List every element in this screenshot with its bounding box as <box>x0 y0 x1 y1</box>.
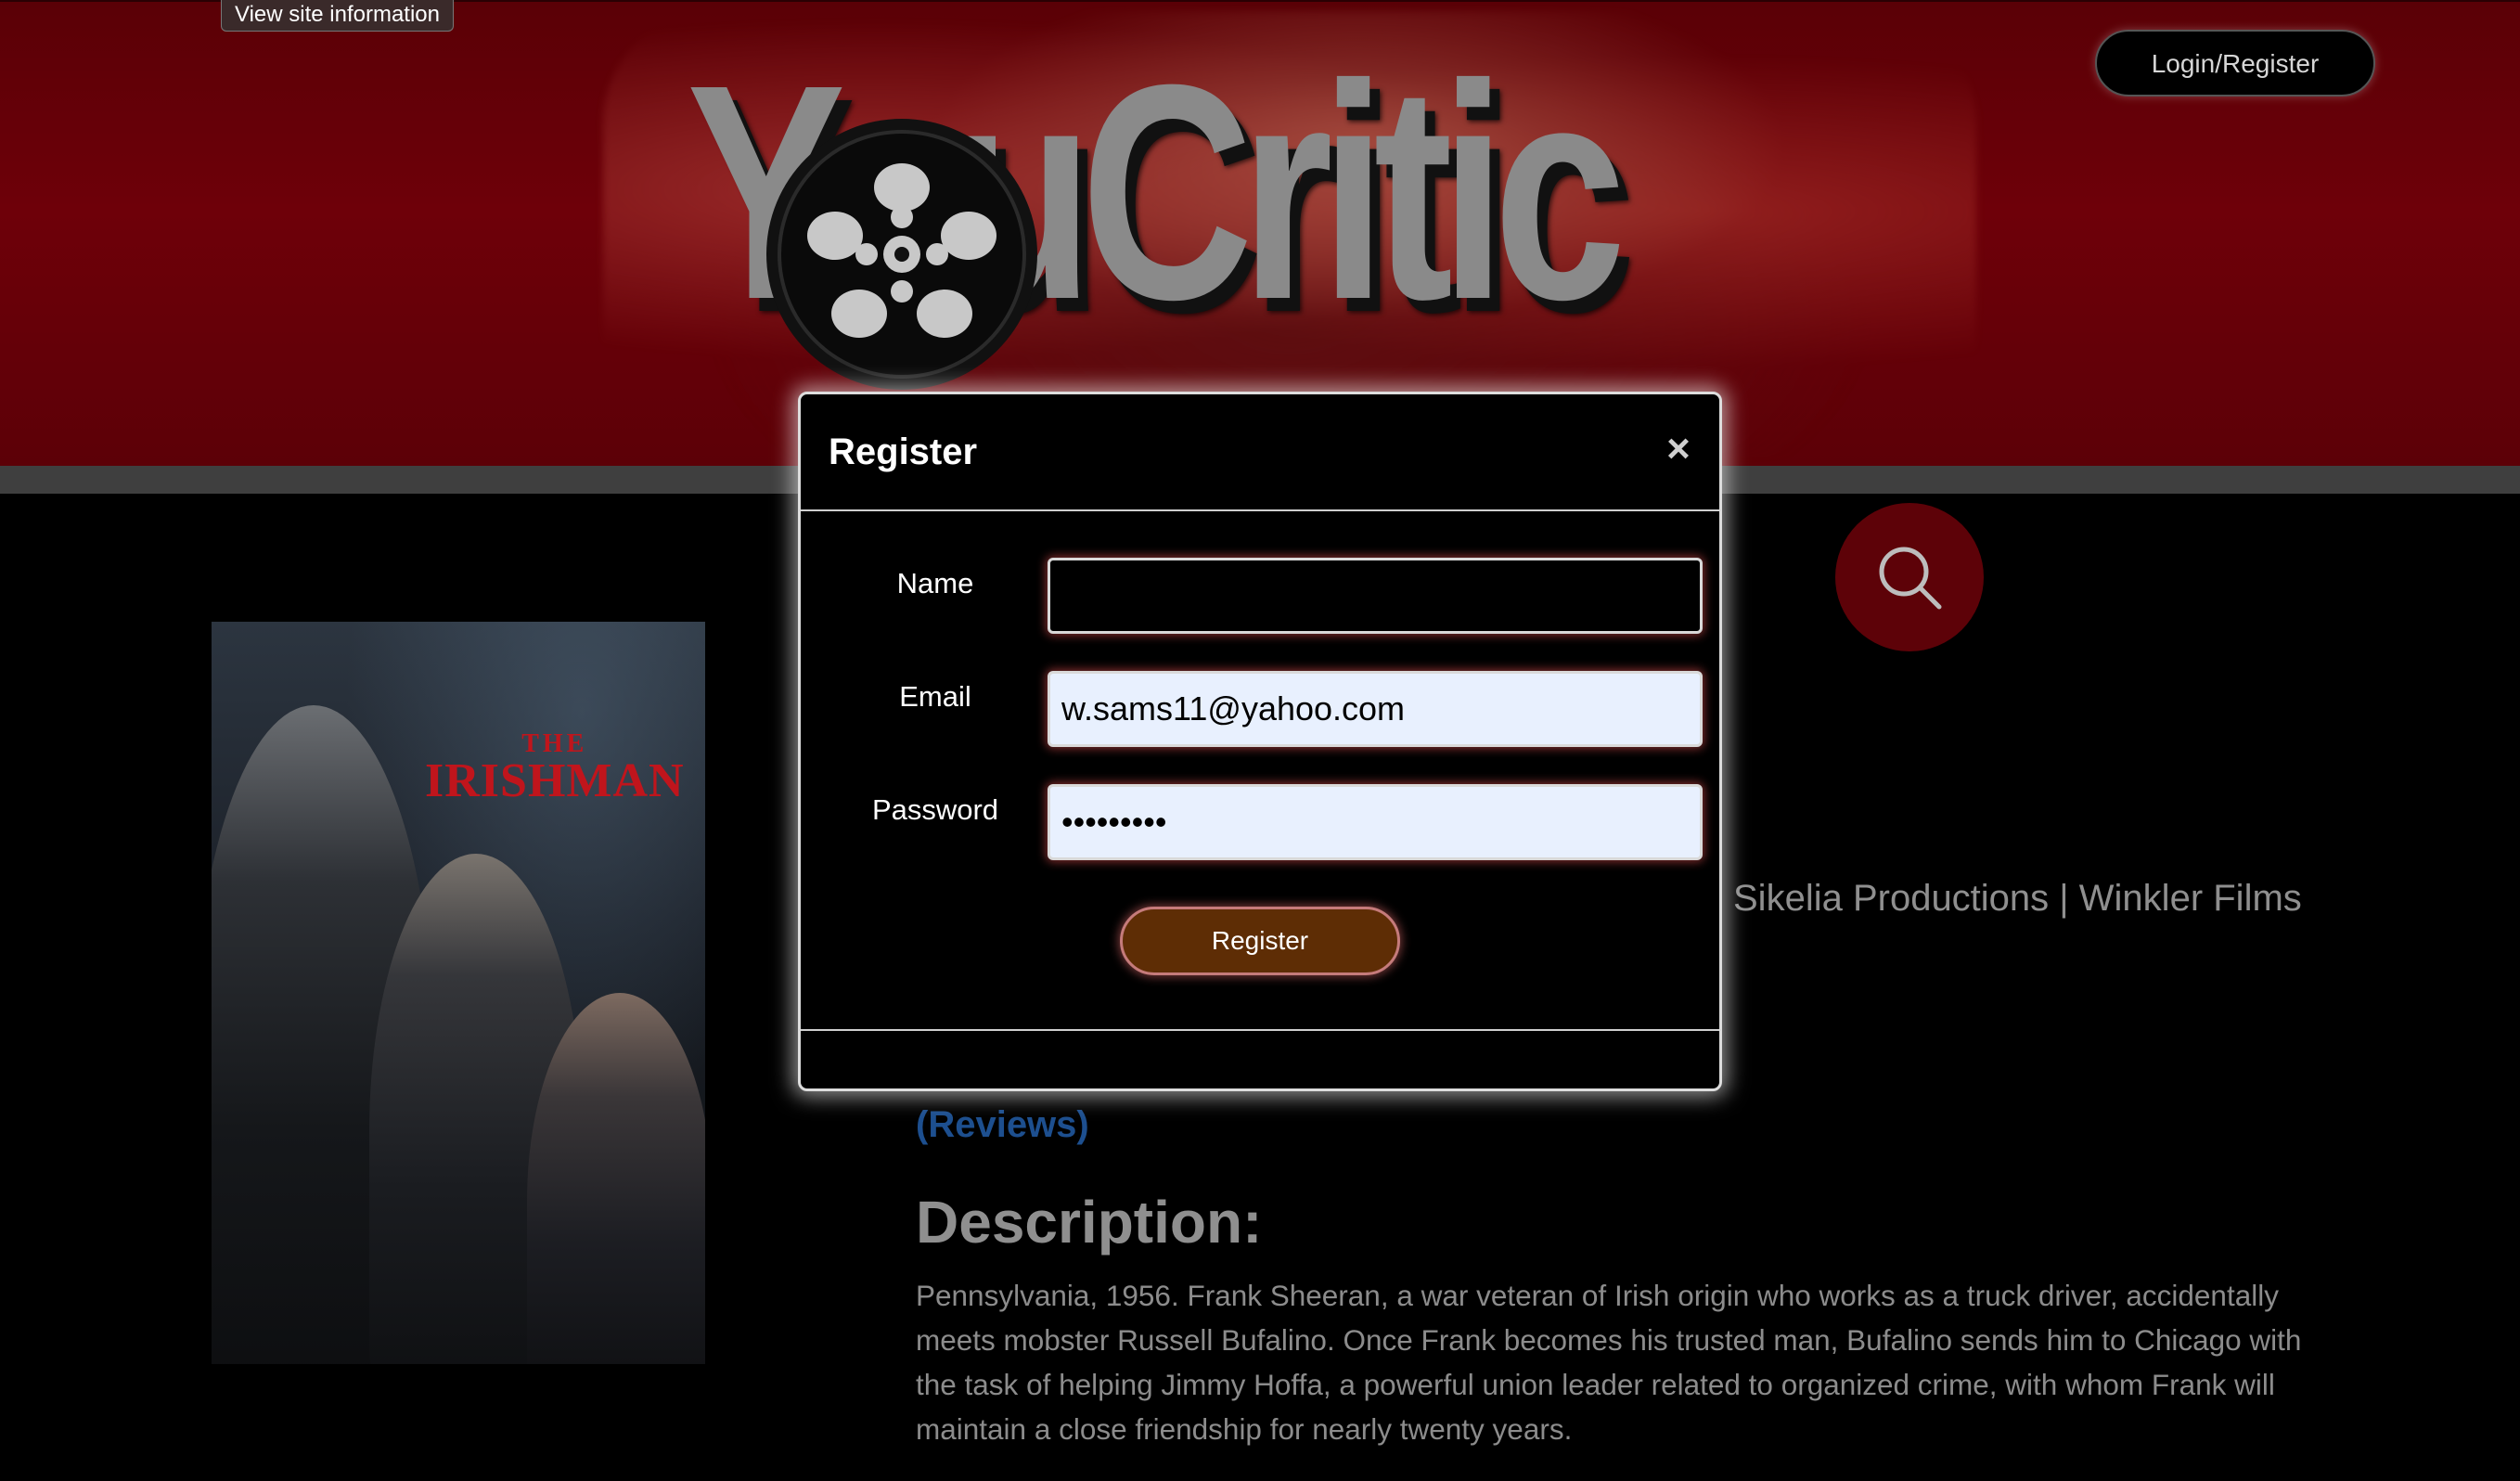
description-text: Pennsylvania, 1956. Frank Sheeran, a war… <box>916 1279 2302 1446</box>
login-register-button[interactable]: Login/Register <box>2095 30 2375 97</box>
page: YouCritic Login/Register View site infor… <box>0 0 2520 1481</box>
modal-footer-divider <box>801 1029 1719 1031</box>
search-button[interactable] <box>1835 503 1984 651</box>
poster-title-big: IRISHMAN <box>425 754 685 807</box>
studios-text: Sikelia Productions | Winkler Films <box>1733 878 2302 919</box>
password-field[interactable] <box>1048 784 1703 860</box>
register-submit-button[interactable]: Register <box>1120 907 1400 975</box>
email-label: Email <box>899 680 971 713</box>
password-label: Password <box>871 793 999 826</box>
description-heading: Description: <box>916 1189 1263 1256</box>
reviews-link[interactable]: (Reviews) <box>916 1104 1089 1146</box>
modal-title: Register <box>829 431 978 472</box>
site-info-tooltip: View site information <box>221 0 454 32</box>
register-modal: Register × Name Email Password Register <box>798 392 1722 1091</box>
poster-title: THE IRISHMAN <box>425 731 685 805</box>
modal-header-divider <box>801 509 1719 511</box>
close-icon[interactable]: × <box>1660 428 1697 470</box>
name-field[interactable] <box>1048 558 1703 634</box>
search-icon <box>1879 547 1942 610</box>
name-label: Name <box>896 567 974 599</box>
poster-title-small: THE <box>521 729 588 758</box>
email-field[interactable] <box>1048 671 1703 747</box>
movie-poster[interactable]: THE IRISHMAN <box>212 622 705 1364</box>
site-logo[interactable]: YouCritic <box>687 39 1893 392</box>
film-reel-icon <box>766 119 1037 390</box>
